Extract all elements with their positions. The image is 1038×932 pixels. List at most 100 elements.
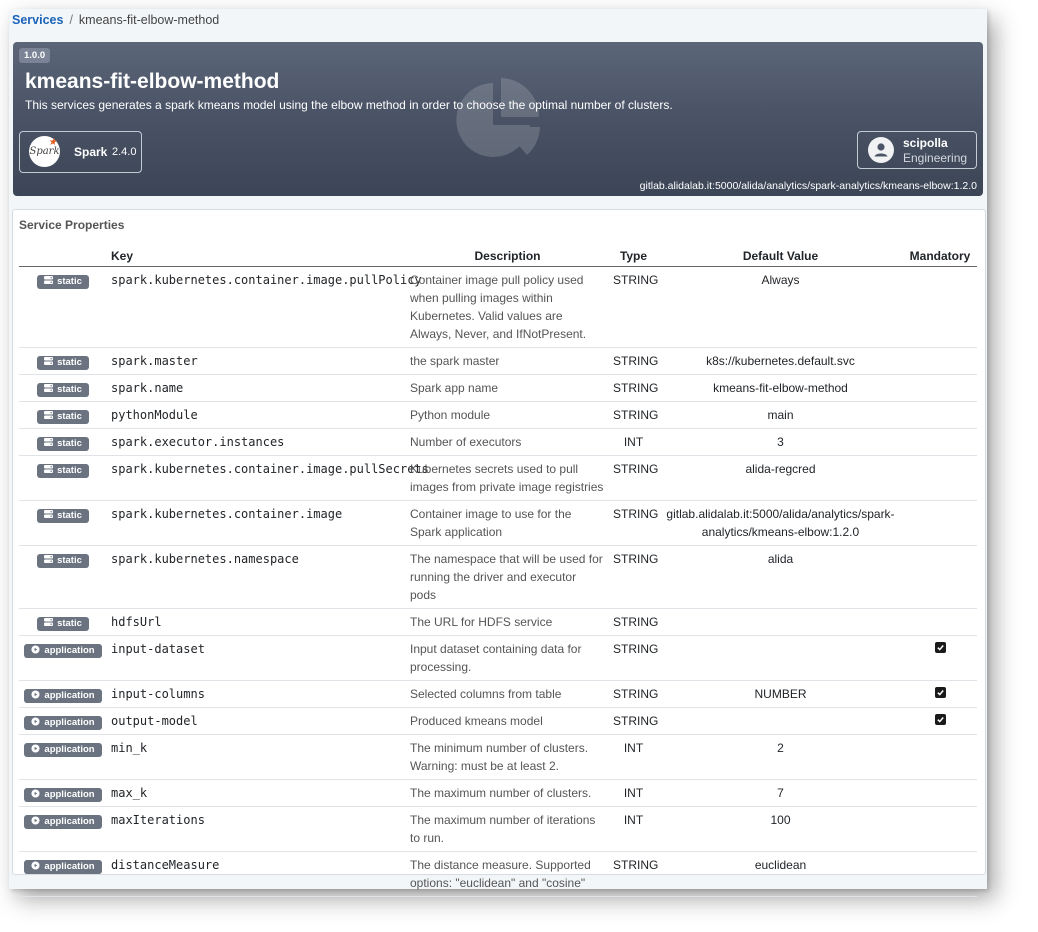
key-cell: spark.kubernetes.container.image — [107, 500, 406, 546]
server-icon — [44, 276, 54, 285]
section-title: Service Properties — [19, 218, 125, 232]
scope-cell: application — [19, 806, 107, 852]
properties-table-body: static spark.kubernetes.container.image.p… — [19, 266, 977, 897]
key-cell: spark.master — [107, 347, 406, 375]
play-circle-icon — [31, 816, 40, 825]
page-title: kmeans-fit-elbow-method — [25, 70, 280, 93]
mandatory-cell — [903, 374, 977, 402]
column-header-mandatory: Mandatory — [903, 244, 977, 267]
mandatory-cell — [903, 500, 977, 546]
mandatory-cell — [903, 266, 977, 348]
table-row: static hdfsUrl The URL for HDFS service STR… — [19, 608, 977, 636]
mandatory-cell — [903, 635, 977, 681]
pie-chart-icon — [456, 78, 540, 157]
mandatory-checkbox[interactable] — [934, 642, 946, 653]
mandatory-checkbox[interactable] — [934, 687, 946, 698]
table-row: static spark.kubernetes.container.image Co… — [19, 500, 977, 546]
scope-cell: application — [19, 707, 107, 735]
play-circle-icon — [31, 744, 40, 753]
description-cell: Number of executors — [406, 428, 609, 456]
server-icon — [44, 510, 54, 519]
description-cell: The URL for HDFS service — [406, 608, 609, 636]
mandatory-cell — [903, 806, 977, 852]
scope-cell: static — [19, 374, 107, 402]
scope-cell: static — [19, 455, 107, 501]
application-badge: application — [24, 860, 102, 874]
breadcrumb-services-link[interactable]: Services — [12, 13, 63, 27]
static-badge: static — [37, 275, 89, 289]
breadcrumb-separator: / — [69, 13, 73, 27]
type-cell: INT — [609, 806, 658, 852]
type-cell: STRING — [609, 347, 658, 375]
play-circle-icon — [31, 861, 40, 870]
scope-cell: static — [19, 347, 107, 375]
default-value-cell: alida-regcred — [658, 455, 903, 501]
description-cell: Python module — [406, 401, 609, 429]
application-badge: application — [24, 788, 102, 802]
description-cell: the spark master — [406, 347, 609, 375]
scope-cell: static — [19, 608, 107, 636]
table-row: static spark.kubernetes.namespace The name… — [19, 545, 977, 609]
column-header-description: Description — [406, 244, 609, 267]
table-row: static spark.kubernetes.container.image.p… — [19, 455, 977, 501]
owner-name: scipolla — [903, 136, 948, 150]
key-cell: max_k — [107, 779, 406, 807]
mandatory-cell — [903, 428, 977, 456]
properties-table: Key Description Type Default Value Manda… — [19, 244, 977, 897]
scope-cell: application — [19, 734, 107, 780]
default-value-cell: 2 — [658, 734, 903, 780]
table-row: application maxIterations The maximum numb… — [19, 806, 977, 852]
description-cell: The distance measure. Supported options:… — [406, 851, 609, 897]
key-cell: input-columns — [107, 680, 406, 708]
default-value-cell: main — [658, 401, 903, 429]
check-icon — [936, 645, 944, 651]
description-cell: Container image pull policy used when pu… — [406, 266, 609, 348]
container-image-reference: gitlab.alidalab.it:5000/alida/analytics/… — [639, 180, 977, 192]
scope-cell: static — [19, 401, 107, 429]
table-row: application input-dataset Input dataset co… — [19, 635, 977, 681]
default-value-cell — [658, 707, 903, 735]
scope-cell: static — [19, 545, 107, 609]
application-badge: application — [24, 689, 102, 703]
key-cell: maxIterations — [107, 806, 406, 852]
server-icon — [44, 618, 54, 627]
default-value-cell: 7 — [658, 779, 903, 807]
owner-card[interactable]: scipolla Engineering — [857, 131, 977, 169]
table-row: static spark.name Spark app name STRING kmea… — [19, 374, 977, 402]
static-badge: static — [37, 356, 89, 370]
server-icon — [44, 465, 54, 474]
type-cell: STRING — [609, 401, 658, 429]
default-value-cell: 100 — [658, 806, 903, 852]
framework-card[interactable]: Spark ★ Spark 2.4.0 — [19, 131, 142, 173]
table-row: static pythonModule Python module STRING mai… — [19, 401, 977, 429]
mandatory-checkbox[interactable] — [934, 714, 946, 725]
key-cell: output-model — [107, 707, 406, 735]
key-cell: input-dataset — [107, 635, 406, 681]
key-cell: hdfsUrl — [107, 608, 406, 636]
table-row: application min_k The minimum number of cl… — [19, 734, 977, 780]
default-value-cell: euclidean — [658, 851, 903, 897]
app-frame: Services / kmeans-fit-elbow-method 1.0.0 k… — [9, 9, 987, 897]
type-cell: STRING — [609, 500, 658, 546]
description-cell: The maximum number of iterations to run. — [406, 806, 609, 852]
server-icon — [44, 438, 54, 447]
table-row: application output-model Produced kmeans m… — [19, 707, 977, 735]
default-value-cell: Always — [658, 266, 903, 348]
framework-name: Spark — [74, 145, 108, 159]
static-badge: static — [37, 437, 89, 451]
description-cell: Kubernetes secrets used to pull images f… — [406, 455, 609, 501]
type-cell: INT — [609, 734, 658, 780]
type-cell: STRING — [609, 266, 658, 348]
key-cell: spark.kubernetes.container.image.pullSec… — [107, 455, 429, 501]
scope-cell: static — [19, 500, 107, 546]
table-row: static spark.executor.instances Number of … — [19, 428, 977, 456]
default-value-cell: gitlab.alidalab.it:5000/alida/analytics/… — [658, 500, 903, 546]
scope-cell: static — [19, 266, 107, 348]
type-cell: STRING — [609, 680, 658, 708]
mandatory-cell — [903, 545, 977, 609]
avatar — [868, 137, 894, 163]
default-value-cell — [658, 608, 903, 636]
type-cell: STRING — [609, 707, 658, 735]
description-cell: Spark app name — [406, 374, 609, 402]
user-icon — [874, 143, 888, 157]
